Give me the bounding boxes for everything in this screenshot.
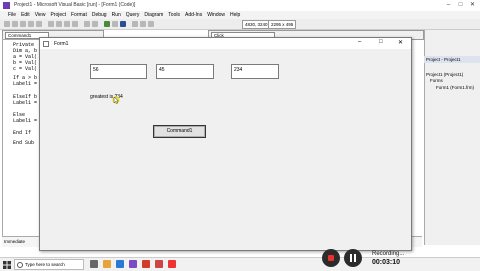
text1-input[interactable]: 56 bbox=[90, 64, 147, 79]
project-explorer-title: Project - Project1 bbox=[424, 56, 480, 63]
menu-format[interactable]: Format bbox=[71, 11, 87, 19]
project-tree-forms[interactable]: Forms bbox=[430, 78, 443, 83]
paste-icon[interactable] bbox=[64, 21, 70, 27]
form-close-icon[interactable]: ✕ bbox=[398, 39, 403, 46]
end-icon[interactable] bbox=[120, 21, 126, 27]
project-tree-form1[interactable]: Form1 (Form1.frm) bbox=[436, 85, 474, 90]
task-view-icon[interactable] bbox=[90, 260, 98, 268]
copy-icon[interactable] bbox=[56, 21, 62, 27]
minimize-icon[interactable]: – bbox=[444, 1, 453, 10]
undo-icon[interactable] bbox=[84, 21, 90, 27]
menu-debug[interactable]: Debug bbox=[92, 11, 107, 19]
menu-query[interactable]: Query bbox=[126, 11, 140, 19]
cursor-icon bbox=[112, 96, 120, 104]
text3-input[interactable]: 234 bbox=[231, 64, 279, 79]
position-readout: 4830, 3240 bbox=[242, 20, 271, 29]
pause-icon bbox=[350, 254, 352, 262]
menu-run[interactable]: Run bbox=[112, 11, 121, 19]
form-minimize-icon[interactable]: – bbox=[358, 39, 361, 45]
menu-view[interactable]: View bbox=[35, 11, 46, 19]
form-title-bar: Form1 – □ ✕ bbox=[40, 38, 411, 49]
project-tree-root[interactable]: Project1 (Project1) bbox=[426, 72, 463, 77]
pause-recording-button[interactable] bbox=[344, 249, 362, 267]
menu-edit[interactable]: Edit bbox=[21, 11, 30, 19]
recording-overlay: Recording... 00:03:10 bbox=[300, 247, 430, 270]
command1-button[interactable]: Command1 bbox=[153, 125, 206, 138]
menu-project[interactable]: Project bbox=[50, 11, 66, 19]
recording-label: Recording... bbox=[372, 251, 405, 257]
form-title: Form1 bbox=[54, 41, 69, 47]
menu-tools[interactable]: Tools bbox=[168, 11, 180, 19]
stop-recording-button[interactable] bbox=[322, 249, 340, 267]
menu-window[interactable]: Window bbox=[207, 11, 225, 19]
form1-window: Form1 – □ ✕ 56 45 234 greatest is 234 Co… bbox=[39, 37, 412, 251]
menu-help[interactable]: Help bbox=[230, 11, 240, 19]
save-icon[interactable] bbox=[36, 21, 42, 27]
properties-icon[interactable] bbox=[140, 21, 146, 27]
app-icon[interactable] bbox=[155, 260, 163, 268]
vb-app-icon bbox=[3, 2, 10, 9]
menu-editor-icon[interactable] bbox=[20, 21, 26, 27]
close-icon[interactable]: ✕ bbox=[468, 1, 477, 10]
code-line: Label1 = bbox=[13, 118, 38, 124]
form-maximize-icon[interactable]: □ bbox=[379, 39, 383, 45]
toolbar: 4830, 3240 2295 x 495 bbox=[0, 19, 480, 30]
add-form-icon[interactable] bbox=[12, 21, 18, 27]
toolbox-icon[interactable] bbox=[148, 21, 154, 27]
search-icon bbox=[17, 262, 23, 268]
project-explorer-icon[interactable] bbox=[132, 21, 138, 27]
menu-bar: File Edit View Project Format Debug Run Query Di… bbox=[0, 11, 480, 19]
form-icon bbox=[43, 41, 49, 47]
menu-add-ins[interactable]: Add-Ins bbox=[185, 11, 202, 19]
break-icon[interactable] bbox=[112, 21, 118, 27]
text2-input[interactable]: 45 bbox=[156, 64, 214, 79]
add-project-icon[interactable] bbox=[4, 21, 10, 27]
code-line: Label1 = bbox=[13, 100, 38, 106]
app-icon[interactable] bbox=[142, 260, 150, 268]
find-icon[interactable] bbox=[72, 21, 78, 27]
immediate-title: Immediate bbox=[4, 239, 26, 244]
chrome-icon[interactable] bbox=[168, 260, 176, 268]
code-line: End If bbox=[13, 130, 32, 136]
maximize-icon[interactable]: □ bbox=[456, 1, 465, 10]
vb-taskbar-icon[interactable] bbox=[129, 260, 137, 268]
code-line: Label1 = bbox=[13, 81, 38, 87]
taskbar-search-input[interactable]: Type here to search bbox=[14, 259, 84, 270]
recording-timer: 00:03:10 bbox=[372, 259, 401, 266]
windows-start-icon[interactable] bbox=[3, 261, 11, 269]
pause-icon-bar bbox=[354, 254, 356, 262]
menu-file[interactable]: File bbox=[8, 11, 16, 19]
file-explorer-icon[interactable] bbox=[103, 260, 111, 268]
code-line: c = Val( bbox=[13, 66, 38, 72]
menu-diagram[interactable]: Diagram bbox=[144, 11, 163, 19]
stop-icon bbox=[328, 255, 334, 261]
start-icon[interactable] bbox=[104, 21, 110, 27]
code-editor[interactable]: Private Dim a, b a = Val( b = Val( c = V… bbox=[2, 39, 40, 237]
size-readout: 2295 x 495 bbox=[268, 20, 297, 29]
redo-icon[interactable] bbox=[92, 21, 98, 27]
code-line: End Sub bbox=[13, 140, 35, 146]
ide-title: Project1 - Microsoft Visual Basic [run] … bbox=[14, 2, 136, 8]
cut-icon[interactable] bbox=[48, 21, 54, 27]
open-icon[interactable] bbox=[28, 21, 34, 27]
edge-icon[interactable] bbox=[116, 260, 124, 268]
